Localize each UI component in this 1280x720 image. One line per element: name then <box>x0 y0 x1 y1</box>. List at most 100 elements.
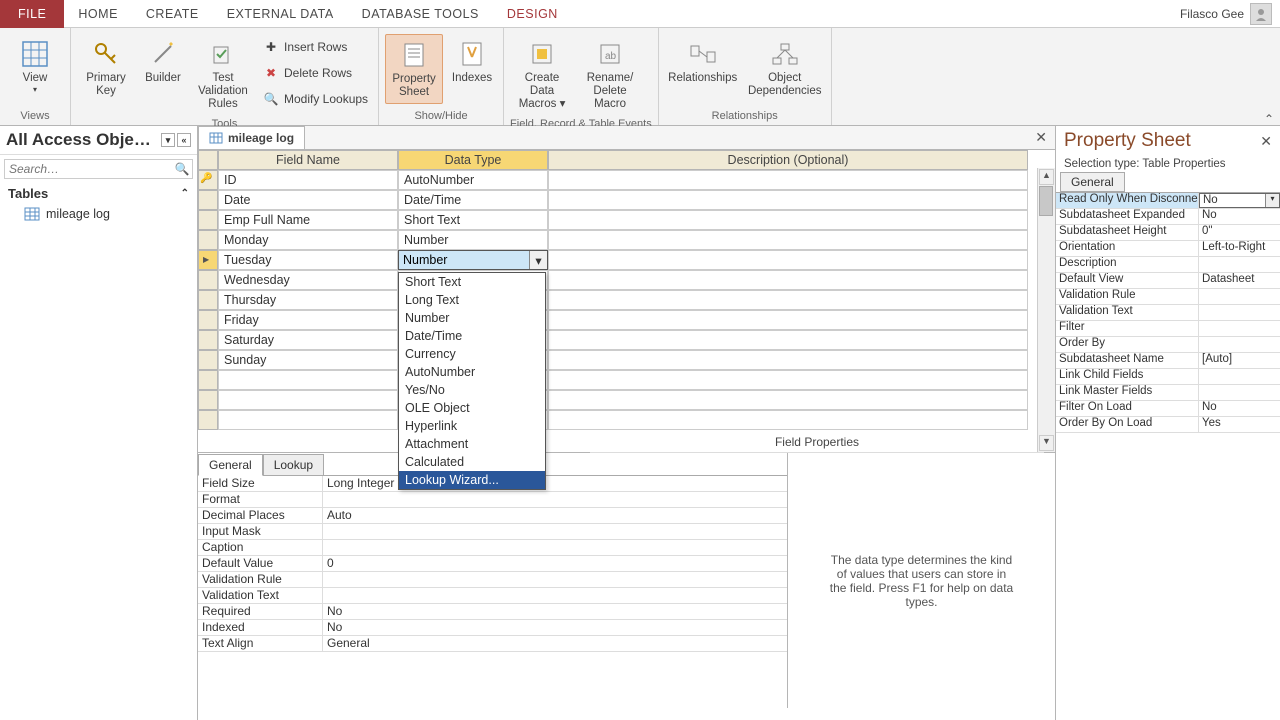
field-name-cell[interactable]: Monday <box>218 230 398 250</box>
tab-database-tools[interactable]: DATABASE TOOLS <box>348 0 493 28</box>
dropdown-button[interactable]: ▾ <box>529 251 547 269</box>
data-type-option[interactable]: Hyperlink <box>399 417 545 435</box>
data-type-option[interactable]: Short Text <box>399 273 545 291</box>
property-row[interactable]: Link Child Fields <box>1056 369 1280 385</box>
description-cell[interactable] <box>548 330 1028 350</box>
rename-delete-macro-button[interactable]: ab Rename/ Delete Macro <box>578 34 642 116</box>
field-name-cell[interactable]: Sunday <box>218 350 398 370</box>
field-property-row[interactable]: RequiredNo <box>198 604 787 620</box>
field-property-row[interactable]: Text AlignGeneral <box>198 636 787 652</box>
vertical-scrollbar[interactable]: ▲ ▼ <box>1037 168 1055 452</box>
row-selector[interactable] <box>198 270 218 290</box>
tab-external-data[interactable]: EXTERNAL DATA <box>213 0 348 28</box>
field-name-header[interactable]: Field Name <box>218 150 398 170</box>
property-row[interactable]: Subdatasheet Name[Auto] <box>1056 353 1280 369</box>
property-row[interactable]: Link Master Fields <box>1056 385 1280 401</box>
field-name-cell[interactable]: Tuesday <box>218 250 398 270</box>
field-property-row[interactable]: Format <box>198 492 787 508</box>
field-property-row[interactable]: Validation Rule <box>198 572 787 588</box>
property-row[interactable]: Description <box>1056 257 1280 273</box>
property-row[interactable]: OrientationLeft-to-Right <box>1056 241 1280 257</box>
user-account[interactable]: Filasco Gee <box>1172 3 1280 25</box>
property-row[interactable]: Order By On LoadYes <box>1056 417 1280 433</box>
description-cell[interactable] <box>548 350 1028 370</box>
insert-rows-button[interactable]: ✚Insert Rows <box>263 36 368 58</box>
data-type-header[interactable]: Data Type <box>398 150 548 170</box>
description-header[interactable]: Description (Optional) <box>548 150 1028 170</box>
data-type-option[interactable]: Number <box>399 309 545 327</box>
row-selector[interactable] <box>198 410 218 430</box>
scroll-thumb[interactable] <box>1039 186 1053 216</box>
field-name-cell[interactable] <box>218 410 398 430</box>
property-row[interactable]: Validation Rule <box>1056 289 1280 305</box>
row-selector[interactable] <box>198 330 218 350</box>
data-type-cell[interactable]: AutoNumber <box>398 170 548 190</box>
field-name-cell[interactable]: Wednesday <box>218 270 398 290</box>
property-row[interactable]: Order By <box>1056 337 1280 353</box>
field-name-cell[interactable]: Emp Full Name <box>218 210 398 230</box>
search-input[interactable] <box>5 160 172 178</box>
field-name-cell[interactable]: ID <box>218 170 398 190</box>
tab-design[interactable]: DESIGN <box>493 0 572 28</box>
relationships-button[interactable]: Relationships <box>665 34 741 89</box>
row-selector[interactable] <box>198 250 218 270</box>
test-validation-button[interactable]: Test Validation Rules <box>191 34 255 116</box>
search-icon[interactable]: 🔍 <box>172 162 192 176</box>
data-type-option[interactable]: Yes/No <box>399 381 545 399</box>
data-type-cell[interactable]: Date/Time <box>398 190 548 210</box>
indexes-button[interactable]: Indexes <box>447 34 497 89</box>
property-row[interactable]: Default ViewDatasheet <box>1056 273 1280 289</box>
field-name-cell[interactable] <box>218 370 398 390</box>
data-type-option[interactable]: Currency <box>399 345 545 363</box>
data-type-option[interactable]: Attachment <box>399 435 545 453</box>
row-selector[interactable] <box>198 290 218 310</box>
object-dependencies-button[interactable]: Object Dependencies <box>745 34 825 102</box>
scroll-up-icon[interactable]: ▲ <box>1039 169 1054 185</box>
create-data-macros-button[interactable]: Create Data Macros ▾ <box>510 34 574 116</box>
nav-dropdown-icon[interactable]: ▾ <box>161 133 175 147</box>
property-row[interactable]: Subdatasheet ExpandedNo <box>1056 209 1280 225</box>
data-type-input[interactable] <box>399 251 529 269</box>
collapse-ribbon-icon[interactable]: ⌃ <box>1264 112 1274 126</box>
field-name-cell[interactable]: Date <box>218 190 398 210</box>
description-cell[interactable] <box>548 270 1028 290</box>
tab-create[interactable]: CREATE <box>132 0 213 28</box>
row-selector[interactable] <box>198 190 218 210</box>
dropdown-icon[interactable]: ▾ <box>1265 194 1279 207</box>
data-type-option[interactable]: Lookup Wizard... <box>399 471 545 489</box>
tab-file[interactable]: FILE <box>0 0 64 28</box>
modify-lookups-button[interactable]: 🔍Modify Lookups <box>263 88 368 110</box>
row-selector[interactable] <box>198 370 218 390</box>
data-type-option[interactable]: OLE Object <box>399 399 545 417</box>
delete-rows-button[interactable]: ✖Delete Rows <box>263 62 368 84</box>
property-row[interactable]: Subdatasheet Height0" <box>1056 225 1280 241</box>
row-selector[interactable] <box>198 310 218 330</box>
corner-header[interactable] <box>198 150 218 170</box>
property-row[interactable]: Filter <box>1056 321 1280 337</box>
property-row[interactable]: Filter On LoadNo <box>1056 401 1280 417</box>
description-cell[interactable] <box>548 210 1028 230</box>
tab-home[interactable]: HOME <box>64 0 132 28</box>
description-cell[interactable] <box>548 410 1028 430</box>
description-cell[interactable] <box>548 170 1028 190</box>
data-type-cell[interactable]: Number <box>398 230 548 250</box>
fp-tab-general[interactable]: General <box>198 454 263 476</box>
field-property-row[interactable]: IndexedNo <box>198 620 787 636</box>
row-selector[interactable] <box>198 230 218 250</box>
field-name-cell[interactable]: Thursday <box>218 290 398 310</box>
description-cell[interactable] <box>548 370 1028 390</box>
data-type-cell[interactable]: Short Text <box>398 210 548 230</box>
field-name-cell[interactable]: Saturday <box>218 330 398 350</box>
row-selector[interactable] <box>198 210 218 230</box>
field-property-row[interactable]: Decimal PlacesAuto <box>198 508 787 524</box>
description-cell[interactable] <box>548 390 1028 410</box>
primary-key-button[interactable]: Primary Key <box>77 34 135 102</box>
data-type-option[interactable]: Long Text <box>399 291 545 309</box>
ps-tab-general[interactable]: General <box>1060 172 1125 192</box>
close-property-sheet-button[interactable]: ✕ <box>1260 133 1272 150</box>
field-name-cell[interactable] <box>218 390 398 410</box>
description-cell[interactable] <box>548 310 1028 330</box>
field-property-row[interactable]: Caption <box>198 540 787 556</box>
row-selector[interactable] <box>198 390 218 410</box>
description-cell[interactable] <box>548 190 1028 210</box>
